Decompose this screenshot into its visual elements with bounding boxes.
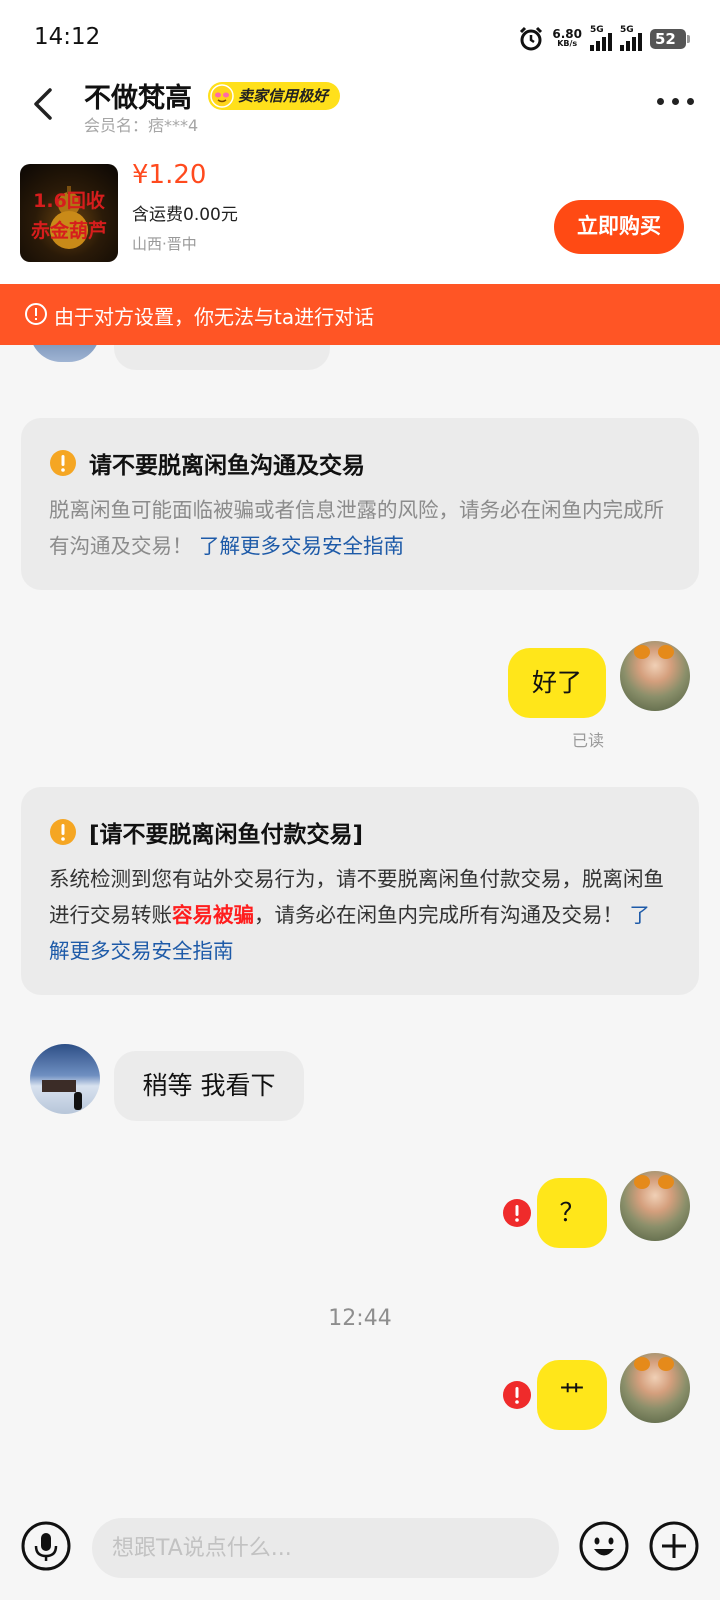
notice-highlight: 容易被骗 — [172, 903, 254, 927]
message-bubble[interactable]: 好了 — [508, 648, 606, 718]
payment-warning-notice: [请不要脱离闲鱼付款交易] 系统检测到您有站外交易行为，请不要脱离闲鱼付款交易，… — [21, 787, 699, 995]
more-icon[interactable] — [657, 98, 694, 105]
signal-1-icon: 5G — [590, 25, 612, 51]
send-failed-icon[interactable] — [502, 1198, 532, 1228]
buy-now-button[interactable]: 立即购买 — [554, 200, 684, 254]
message-bubble[interactable]: 艹 — [537, 1360, 607, 1430]
status-time: 14:12 — [34, 24, 101, 50]
voice-input-icon[interactable] — [20, 1520, 72, 1572]
warning-icon — [50, 819, 76, 845]
notice-body: 脱离闲鱼可能面临被骗或者信息泄露的风险，请务必在闲鱼内完成所有沟通及交易！ 了解… — [49, 492, 669, 564]
notice-body-text: ，请务必在闲鱼内完成所有沟通及交易！ — [254, 903, 623, 927]
back-icon[interactable] — [26, 84, 62, 124]
safety-guide-link[interactable]: 了解更多交易安全指南 — [199, 534, 404, 558]
banner-text: 由于对方设置，你无法与ta进行对话 — [54, 305, 375, 329]
chat-header: 不做梵高 卖家信用极好 会员名：痞***4 — [0, 70, 720, 150]
my-avatar[interactable] — [620, 1171, 690, 1241]
notice-title: 请不要脱离闲鱼沟通及交易 — [89, 453, 365, 479]
seller-name[interactable]: 不做梵高 — [84, 76, 192, 115]
emoji-icon[interactable] — [578, 1520, 630, 1572]
status-icons: 6.80 KB/s 5G 5G 52 — [518, 25, 690, 52]
signal-1-label: 5G — [590, 25, 604, 35]
info-circle-icon — [25, 303, 47, 325]
blocked-banner: 由于对方设置，你无法与ta进行对话 — [0, 284, 720, 345]
credit-badge[interactable]: 卖家信用极好 — [208, 82, 341, 110]
notice-title: [请不要脱离闲鱼付款交易] — [89, 822, 364, 848]
product-image[interactable]: 1.6回收 赤金葫芦 — [20, 164, 118, 262]
status-bar: 14:12 6.80 KB/s 5G 5G 52 — [0, 0, 720, 70]
message-timestamp: 12:44 — [328, 1306, 392, 1331]
product-price: ¥1.20 — [132, 160, 207, 190]
send-failed-icon[interactable] — [502, 1380, 532, 1410]
battery-icon: 52 — [650, 29, 690, 49]
smile-face-icon — [210, 84, 234, 108]
notice-body: 系统检测到您有站外交易行为，请不要脱离闲鱼付款交易，脱离闲鱼进行交易转账容易被骗… — [49, 861, 669, 969]
message-input[interactable] — [92, 1518, 559, 1578]
net-speed: 6.80 KB/s — [552, 27, 582, 49]
member-name: 会员名：痞***4 — [84, 116, 199, 135]
input-bar — [0, 1500, 720, 1600]
product-card[interactable]: 1.6回收 赤金葫芦 ¥1.20 含运费0.00元 山西·晋中 立即购买 — [0, 150, 720, 284]
signal-2-icon: 5G — [620, 25, 642, 51]
alarm-icon — [520, 26, 543, 51]
net-speed-value: 6.80 — [552, 27, 582, 41]
product-image-text-2: 赤金葫芦 — [30, 220, 107, 242]
signal-2-label: 5G — [620, 25, 634, 35]
seller-avatar[interactable] — [30, 1044, 100, 1114]
credit-badge-label: 卖家信用极好 — [238, 87, 329, 105]
my-avatar[interactable] — [620, 1353, 690, 1423]
message-bubble[interactable]: 稍等 我看下 — [114, 1051, 304, 1121]
my-avatar[interactable] — [620, 641, 690, 711]
battery-level: 52 — [655, 30, 676, 48]
product-image-text-1: 1.6回收 — [33, 190, 105, 212]
read-status: 已读 — [572, 731, 605, 750]
product-location: 山西·晋中 — [132, 235, 197, 253]
warning-icon — [50, 450, 76, 476]
shipping-info: 含运费0.00元 — [132, 205, 238, 225]
plus-icon[interactable] — [648, 1520, 700, 1572]
message-bubble[interactable]: ？ — [537, 1178, 607, 1248]
net-speed-unit: KB/s — [557, 39, 578, 48]
safety-notice: 请不要脱离闲鱼沟通及交易 脱离闲鱼可能面临被骗或者信息泄露的风险，请务必在闲鱼内… — [21, 418, 699, 590]
